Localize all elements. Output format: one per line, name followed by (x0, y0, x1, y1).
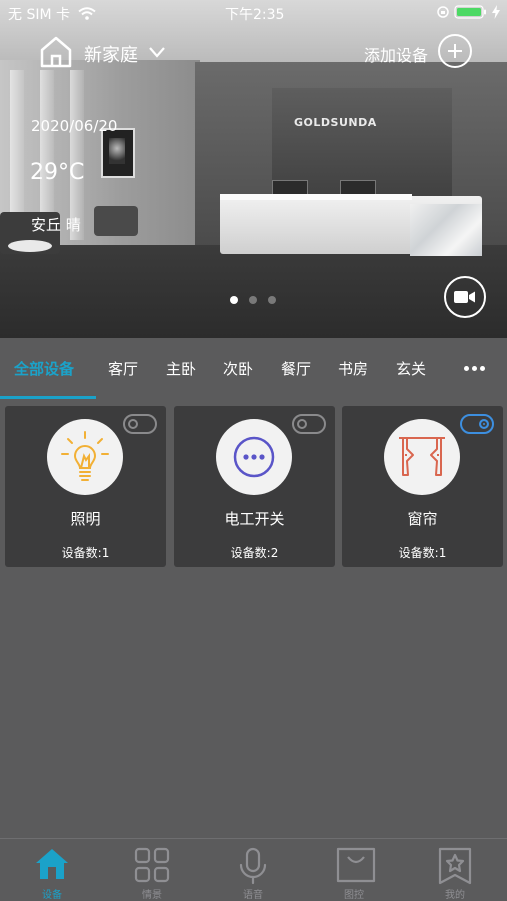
tab-living-room[interactable]: 客厅 (108, 358, 138, 379)
tab-dining-room[interactable]: 餐厅 (281, 358, 311, 379)
page-dot[interactable] (268, 296, 276, 304)
device-icon-circle (384, 419, 460, 495)
carrier-status: 无 SIM 卡 (8, 4, 97, 24)
grid-icon (134, 847, 170, 883)
room-tabs: 全部设备 客厅 主卧 次卧 餐厅 书房 玄关 (0, 338, 507, 400)
home-icon[interactable] (38, 34, 74, 70)
tab-second-bedroom[interactable]: 次卧 (223, 358, 253, 379)
device-icon-circle (47, 419, 123, 495)
marble-panel (410, 204, 482, 256)
tab-master-bedroom[interactable]: 主卧 (166, 358, 196, 379)
device-toggle[interactable] (292, 414, 326, 434)
video-camera-icon (454, 291, 475, 303)
wall-picture (101, 128, 135, 178)
bottom-tab-bar: 设备 情景 语音 图控 我的 (0, 838, 507, 901)
desk-top (220, 194, 412, 200)
device-name: 电工开关 (224, 510, 285, 528)
add-device-button[interactable] (438, 34, 472, 68)
device-name: 照明 (70, 510, 101, 528)
nav-mine[interactable]: 我的 (420, 839, 490, 901)
orientation-lock-icon (437, 6, 449, 18)
chevron-down-icon[interactable] (147, 44, 167, 60)
nav-devices[interactable]: 设备 (17, 839, 87, 901)
device-count: 设备数:1 (61, 546, 110, 560)
brand-sign: GOLDSUNDA (294, 116, 377, 129)
device-icon-circle (216, 419, 292, 495)
tab-study[interactable]: 书房 (338, 358, 368, 379)
lightbulb-icon (61, 431, 109, 481)
home-tab-icon (36, 849, 68, 879)
device-card-electrical-switch[interactable]: 电工开关 设备数:2 (174, 406, 335, 567)
more-tabs-icon[interactable] (464, 366, 485, 371)
floor (0, 245, 507, 338)
temperature-text: 29°C (30, 160, 85, 185)
nav-scenes[interactable]: 情景 (117, 839, 187, 901)
status-right (436, 5, 500, 19)
device-card-curtain[interactable]: 窗帘 设备数:1 (342, 406, 503, 567)
nav-label: 情景 (142, 890, 162, 901)
location-weather-text: 安丘 晴 (31, 216, 81, 234)
device-count: 设备数:2 (230, 546, 279, 560)
armchair (94, 206, 138, 236)
nav-label: 图控 (344, 890, 364, 901)
nav-label: 设备 (42, 890, 62, 901)
shopping-bag-icon (336, 847, 376, 883)
date-text: 2020/06/20 (31, 117, 118, 135)
microphone-icon (239, 847, 267, 885)
nav-label: 语音 (243, 890, 263, 901)
device-toggle[interactable] (460, 414, 494, 434)
tab-entrance[interactable]: 玄关 (396, 358, 426, 379)
more-dots-icon (233, 436, 275, 478)
charging-icon (492, 5, 500, 19)
coffee-table (8, 240, 52, 252)
device-card-lighting[interactable]: 照明 设备数:1 (5, 406, 166, 567)
active-tab-indicator (0, 396, 96, 399)
wifi-icon (78, 7, 97, 20)
device-name: 窗帘 (407, 510, 438, 528)
camera-button[interactable] (444, 276, 486, 318)
page-dot[interactable] (230, 296, 238, 304)
nav-picture-control[interactable]: 图控 (319, 839, 389, 901)
clock: 下午2:35 (225, 7, 285, 23)
badge-star-icon (438, 847, 472, 885)
tab-all-devices[interactable]: 全部设备 (14, 358, 74, 379)
curtain-icon (399, 437, 445, 476)
add-device-label[interactable]: 添加设备 (364, 42, 428, 66)
battery-icon (454, 5, 486, 19)
page-indicator[interactable] (230, 296, 276, 304)
plus-icon (448, 44, 462, 58)
page-dot[interactable] (249, 296, 257, 304)
device-count: 设备数:1 (398, 546, 447, 560)
nav-voice[interactable]: 语音 (218, 839, 288, 901)
nav-label: 我的 (445, 890, 465, 901)
device-toggle[interactable] (123, 414, 157, 434)
home-name-selector[interactable]: 新家庭 (84, 41, 138, 67)
